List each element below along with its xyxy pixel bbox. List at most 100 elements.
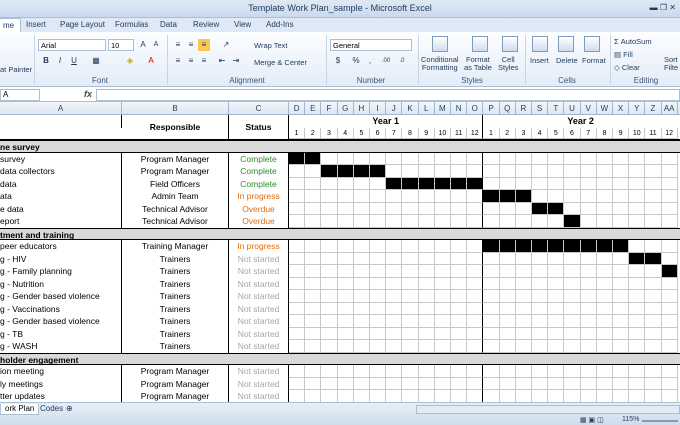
gantt-cell[interactable] <box>499 277 516 290</box>
gantt-cell[interactable] <box>515 390 532 402</box>
tab-view[interactable]: View <box>234 20 251 29</box>
gantt-cell[interactable] <box>289 365 306 378</box>
gantt-cell[interactable] <box>499 390 516 402</box>
insert-cells-icon[interactable] <box>532 36 548 52</box>
column-header-o[interactable]: O <box>467 102 484 115</box>
gantt-cell[interactable] <box>434 215 451 228</box>
responsible-cell[interactable]: Program Manager <box>122 165 229 178</box>
gantt-cell[interactable] <box>548 152 565 165</box>
column-header-u[interactable]: U <box>564 102 581 115</box>
gantt-cell[interactable] <box>402 215 419 228</box>
gantt-cell[interactable] <box>289 202 306 215</box>
align-top-icon[interactable]: ≡ <box>172 39 184 51</box>
activity-cell[interactable]: tter updates <box>0 390 122 402</box>
activity-cell[interactable]: g - Gender based violence <box>0 315 122 328</box>
gantt-cell[interactable] <box>451 340 468 353</box>
gantt-cell[interactable] <box>321 277 338 290</box>
gantt-cell[interactable] <box>580 315 597 328</box>
gantt-cell[interactable] <box>386 252 403 265</box>
gantt-cell[interactable] <box>596 265 613 278</box>
gantt-cell[interactable] <box>548 365 565 378</box>
gantt-cell[interactable] <box>386 277 403 290</box>
gantt-cell[interactable] <box>353 202 370 215</box>
name-box[interactable]: A <box>0 89 40 101</box>
gantt-cell[interactable] <box>532 302 549 315</box>
gantt-cell[interactable] <box>548 327 565 340</box>
gantt-cell[interactable] <box>451 327 468 340</box>
gantt-cell[interactable] <box>645 340 662 353</box>
gantt-cell[interactable] <box>596 365 613 378</box>
gantt-cell[interactable] <box>289 340 306 353</box>
gantt-cell[interactable] <box>451 377 468 390</box>
gantt-cell[interactable] <box>515 165 532 178</box>
gantt-cell[interactable] <box>402 377 419 390</box>
gantt-cell[interactable] <box>402 390 419 402</box>
gantt-bar-cell[interactable] <box>353 165 370 178</box>
gantt-cell[interactable] <box>305 202 322 215</box>
gantt-cell[interactable] <box>418 165 435 178</box>
gantt-cell[interactable] <box>467 390 484 402</box>
gantt-cell[interactable] <box>386 315 403 328</box>
gantt-cell[interactable] <box>467 215 484 228</box>
status-cell[interactable]: Complete <box>229 152 289 165</box>
gantt-cell[interactable] <box>434 202 451 215</box>
gantt-cell[interactable] <box>596 302 613 315</box>
gantt-cell[interactable] <box>564 390 581 402</box>
gantt-cell[interactable] <box>467 290 484 303</box>
column-header-t[interactable]: T <box>548 102 565 115</box>
gantt-cell[interactable] <box>402 327 419 340</box>
gantt-cell[interactable] <box>629 277 646 290</box>
gantt-cell[interactable] <box>645 277 662 290</box>
gantt-cell[interactable] <box>564 152 581 165</box>
activity-cell[interactable]: g - Vaccinations <box>0 302 122 315</box>
align-bottom-icon[interactable]: ≡ <box>198 39 210 51</box>
gantt-cell[interactable] <box>305 177 322 190</box>
gantt-cell[interactable] <box>515 152 532 165</box>
gantt-cell[interactable] <box>532 340 549 353</box>
gantt-cell[interactable] <box>596 390 613 402</box>
align-middle-icon[interactable]: ≡ <box>185 39 197 51</box>
view-buttons[interactable]: ▦ ▣ ◫ <box>580 416 604 424</box>
gantt-cell[interactable] <box>337 365 354 378</box>
gantt-cell[interactable] <box>434 277 451 290</box>
gantt-cell[interactable] <box>515 377 532 390</box>
gantt-cell[interactable] <box>337 202 354 215</box>
cell-styles-icon[interactable] <box>502 36 518 52</box>
gantt-cell[interactable] <box>337 177 354 190</box>
gantt-cell[interactable] <box>483 315 500 328</box>
window-controls[interactable]: ▬ ❐ ✕ <box>636 3 676 15</box>
gantt-cell[interactable] <box>483 390 500 402</box>
gantt-cell[interactable] <box>483 265 500 278</box>
gantt-cell[interactable] <box>532 252 549 265</box>
font-size-combo[interactable]: 10 <box>108 39 134 51</box>
status-cell[interactable]: In progress <box>229 190 289 203</box>
gantt-bar-cell[interactable] <box>580 240 597 253</box>
column-header-g[interactable]: G <box>338 102 354 115</box>
gantt-cell[interactable] <box>645 240 662 253</box>
responsible-cell[interactable]: Training Manager <box>122 240 229 253</box>
responsible-cell[interactable]: Program Manager <box>122 390 229 402</box>
column-header-w[interactable]: W <box>597 102 613 115</box>
gantt-bar-cell[interactable] <box>548 240 565 253</box>
gantt-cell[interactable] <box>353 277 370 290</box>
gantt-cell[interactable] <box>353 390 370 402</box>
gantt-cell[interactable] <box>467 315 484 328</box>
gantt-bar-cell[interactable] <box>661 265 678 278</box>
gantt-cell[interactable] <box>613 302 630 315</box>
gantt-cell[interactable] <box>305 290 322 303</box>
gantt-cell[interactable] <box>596 315 613 328</box>
activity-cell[interactable]: g - WASH <box>0 340 122 353</box>
align-center-icon[interactable]: ≡ <box>185 55 197 67</box>
gantt-cell[interactable] <box>499 215 516 228</box>
tab-formulas[interactable]: Formulas <box>115 20 148 29</box>
gantt-cell[interactable] <box>483 377 500 390</box>
gantt-cell[interactable] <box>645 190 662 203</box>
gantt-cell[interactable] <box>499 340 516 353</box>
gantt-cell[interactable] <box>596 277 613 290</box>
conditional-formatting-button[interactable]: Conditional Formatting <box>421 56 459 72</box>
gantt-cell[interactable] <box>515 327 532 340</box>
gantt-cell[interactable] <box>418 265 435 278</box>
gantt-cell[interactable] <box>548 252 565 265</box>
gantt-cell[interactable] <box>467 277 484 290</box>
gantt-cell[interactable] <box>645 290 662 303</box>
